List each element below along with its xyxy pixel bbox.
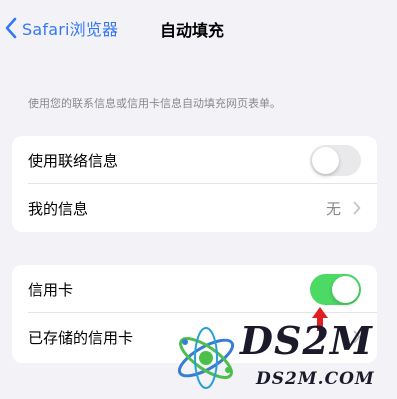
chevron-right-icon [353, 330, 361, 344]
credit-card-toggle[interactable] [310, 273, 361, 305]
use-contact-info-row: 使用联络信息 [12, 136, 377, 184]
saved-credit-cards-label: 已存储的信用卡 [28, 328, 134, 347]
back-label: Safari浏览器 [22, 20, 119, 39]
watermark-url: DS2M.COM [256, 369, 375, 389]
my-info-row[interactable]: 我的信息 无 [12, 184, 377, 232]
toggle-knob [332, 275, 359, 303]
credit-card-label: 信用卡 [28, 280, 74, 299]
my-info-value: 无 [325, 199, 341, 218]
section-description: 使用您的联系信息或信用卡信息自动填充网页表单。 [28, 97, 281, 110]
chevron-left-icon [5, 17, 17, 39]
use-contact-info-label: 使用联络信息 [28, 151, 119, 170]
back-button[interactable]: Safari浏览器 [4, 15, 118, 41]
use-contact-info-toggle[interactable] [310, 144, 361, 176]
navigation-bar: Safari浏览器 自动填充 [0, 0, 397, 56]
chevron-right-icon [353, 201, 361, 215]
red-arrow-icon [312, 307, 328, 331]
contact-settings-group: 使用联络信息 我的信息 无 [12, 136, 377, 232]
my-info-label: 我的信息 [28, 199, 89, 218]
page-title: 自动填充 [160, 21, 225, 40]
toggle-knob [312, 146, 339, 174]
